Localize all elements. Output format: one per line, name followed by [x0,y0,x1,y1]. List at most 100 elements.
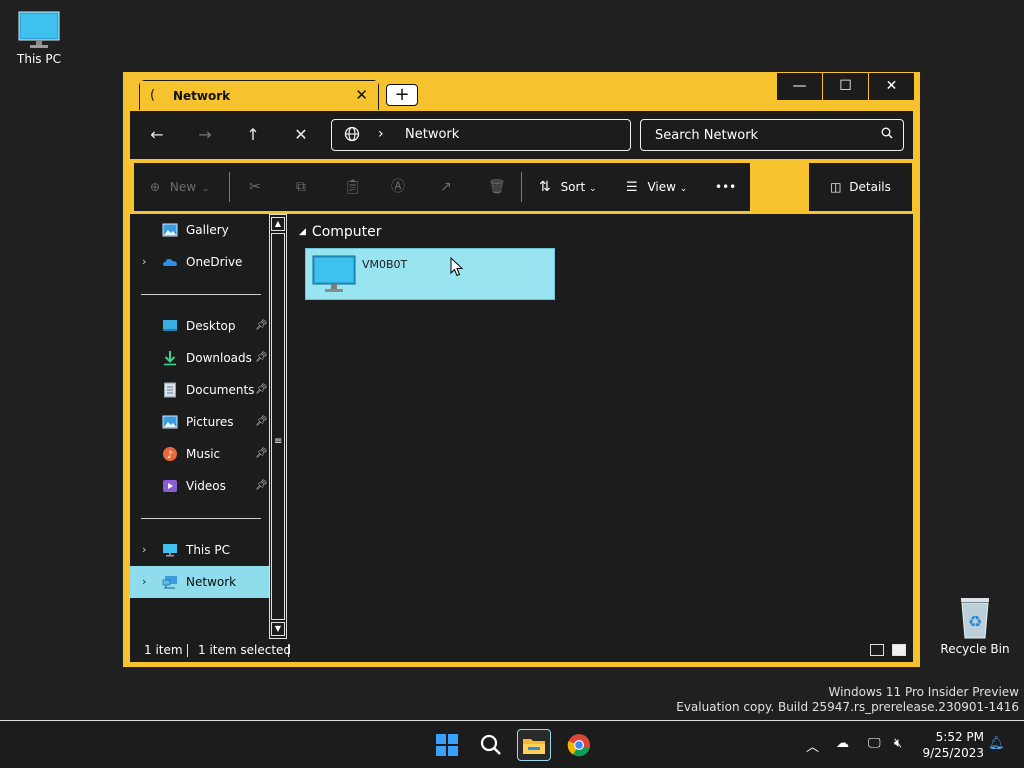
stop-button[interactable]: ✕ [288,123,314,147]
taskbar: ︿ ☁ 🖵︎ 🔇︎ 5:52 PM 9/25/2023 🔔︎ [0,720,1024,768]
svg-text:♪: ♪ [167,450,173,461]
copy-icon[interactable]: ⧉ [296,163,306,211]
tab-close-icon[interactable]: ✕ [355,86,368,104]
view-button[interactable]: ☰ View ⌄ [626,163,687,211]
sidebar-item-pictures[interactable]: Pictures 📌︎ [130,406,269,438]
videos-icon [163,480,177,492]
rename-icon[interactable]: Ⓐ [391,163,405,211]
sidebar-divider [141,294,261,295]
sidebar-item-label: Downloads [186,351,252,365]
monitor-icon [18,11,60,48]
globe-network-icon [344,126,360,146]
up-button[interactable]: ↑ [240,123,266,147]
sidebar-item-onedrive[interactable]: › OneDrive [130,246,269,278]
search-icon[interactable] [474,729,508,761]
start-windows-icon[interactable] [430,729,464,761]
volume-muted-icon[interactable]: 🔇︎ [894,736,902,751]
show-hidden-icons-chevron-icon[interactable]: ︿ [806,736,819,755]
maximize-button[interactable]: ☐ [823,73,868,100]
sidebar-item-this-pc[interactable]: › This PC [130,534,269,566]
minimize-button[interactable]: — [777,73,822,100]
chevron-down-icon: ⌄ [589,184,597,194]
file-list-view[interactable]: ◢ Computer VM0B0T [293,214,913,639]
address-bar[interactable]: › Network [331,119,631,151]
details-label: Details [849,180,891,194]
desktop-recycle-bin-icon[interactable]: ♻ Recycle Bin [937,596,1013,656]
large-icons-view-icon[interactable] [892,644,906,656]
sort-button[interactable]: ⇅ Sort ⌄ [539,163,597,211]
pin-icon: 📌︎ [255,384,268,395]
group-header-label: Computer [311,224,382,240]
document-icon [164,382,176,398]
scroll-up-arrow-icon[interactable]: ▲ [271,217,285,231]
search-box [640,119,904,151]
monitor-icon [312,255,356,292]
notification-bell-icon[interactable]: 🔔︎ [988,736,1005,751]
back-button[interactable]: ← [144,123,170,147]
navigation-pane-scrollbar[interactable]: ▲ ≡ ▼ [269,214,287,639]
cut-icon[interactable]: ✂ [249,163,261,211]
pin-icon: 📌︎ [255,448,268,459]
sort-label: Sort [560,180,586,194]
sort-arrows-icon: ⇅ [539,179,551,195]
forward-button[interactable]: → [192,123,218,147]
gallery-icon [162,223,178,237]
sidebar-item-label: Videos [186,479,226,493]
chevron-right-icon[interactable]: › [142,246,146,278]
clock-time: 5:52 PM [935,730,984,744]
tab-network[interactable]: ( Network ✕ [139,80,379,110]
new-button[interactable]: ⊕ New ⌄ [150,163,209,211]
pin-icon: 📌︎ [255,352,268,363]
system-clock[interactable]: 5:52 PM 9/25/2023 [914,729,984,761]
pin-icon: 📌︎ [255,480,268,491]
details-pane-button[interactable]: ◫ Details [809,163,912,211]
sidebar-item-label: This PC [186,543,230,557]
chevron-right-icon[interactable]: › [142,566,146,598]
chrome-icon[interactable] [562,729,596,761]
recycle-bin-icon: ♻ [961,598,989,639]
windows-watermark: Windows 11 Pro Insider Preview Evaluatio… [676,685,1019,715]
command-bar: ⊕ New ⌄ ✂ ⧉ 📋︎ Ⓐ ↗ 🗑︎ ⇅ Sort ⌄ ☰ View ⌄ … [134,163,750,211]
more-options-button[interactable]: ••• [715,163,736,211]
clock-date: 9/25/2023 [922,746,984,760]
sidebar-item-network[interactable]: › Network [130,566,269,598]
group-header-computer[interactable]: ◢ Computer [299,224,382,240]
scrollbar-thumb[interactable] [271,233,285,620]
sidebar-item-documents[interactable]: Documents 📌︎ [130,374,269,406]
scroll-down-arrow-icon[interactable]: ▼ [271,622,285,636]
plus-circle-icon: ⊕ [150,180,161,194]
sidebar-item-label: OneDrive [186,255,243,269]
sidebar-item-downloads[interactable]: Downloads 📌︎ [130,342,269,374]
view-label: View [647,180,676,194]
delete-icon[interactable]: 🗑︎ [488,163,506,211]
file-explorer-taskbar-icon[interactable] [517,729,551,761]
pin-icon: 📌︎ [255,416,268,427]
navigation-pane: Gallery › OneDrive Desktop 📌︎ Downloads … [130,214,269,639]
sidebar-item-label: Gallery [186,223,229,237]
search-icon[interactable] [881,127,893,142]
sidebar-item-desktop[interactable]: Desktop 📌︎ [130,310,269,342]
breadcrumb-chevron-icon[interactable]: › [378,126,384,142]
new-tab-button[interactable]: + [386,84,418,106]
desktop-this-pc-icon[interactable]: This PC [1,10,77,66]
status-divider [187,644,188,657]
collapse-triangle-icon: ◢ [299,227,306,237]
details-view-icon[interactable] [870,644,884,656]
chevron-down-icon: ⌄ [679,184,688,194]
chevron-right-icon[interactable]: › [142,534,146,566]
sidebar-item-music[interactable]: ♪ Music 📌︎ [130,438,269,470]
paste-icon[interactable]: 📋︎ [344,163,362,211]
chevron-down-icon: ⌄ [201,184,210,194]
breadcrumb-network[interactable]: Network [405,127,459,142]
network-status-icon[interactable]: 🖵︎ [868,736,881,751]
mouse-cursor-icon [450,257,464,277]
sidebar-item-gallery[interactable]: Gallery [130,214,269,246]
share-icon[interactable]: ↗ [440,163,452,211]
onedrive-status-icon[interactable]: ☁ [836,736,849,751]
desktop-this-pc-label: This PC [17,52,61,66]
sidebar-item-label: Network [186,575,237,589]
sidebar-item-videos[interactable]: Videos 📌︎ [130,470,269,502]
search-input[interactable] [642,121,872,149]
close-button[interactable]: ✕ [869,73,914,100]
network-computer-item[interactable]: VM0B0T [305,248,555,300]
